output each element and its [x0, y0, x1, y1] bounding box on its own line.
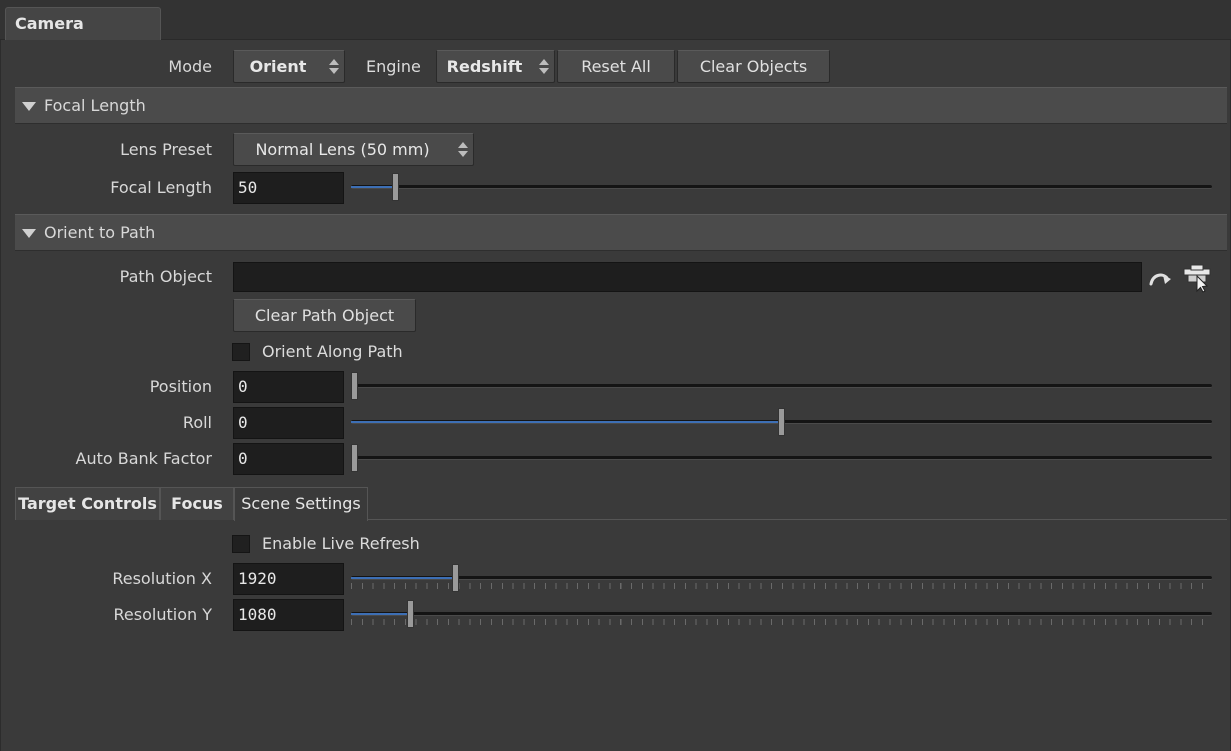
auto-bank-factor-field[interactable]: 0: [233, 443, 344, 475]
resolution-x-field[interactable]: 1920: [233, 563, 344, 595]
focal-length-field[interactable]: 50: [233, 172, 344, 204]
section-title: Orient to Path: [44, 223, 156, 242]
lens-preset-dropdown[interactable]: Normal Lens (50 mm): [233, 133, 474, 166]
slider-fill: [351, 421, 778, 423]
orient-to-path-section-header[interactable]: Orient to Path: [15, 214, 1227, 251]
tab-scene-settings[interactable]: Scene Settings: [234, 487, 368, 521]
collapse-triangle-icon: [22, 102, 36, 111]
slider-track: [351, 185, 1212, 189]
slider-fill: [351, 613, 407, 615]
mode-dropdown[interactable]: Orient: [233, 50, 345, 83]
engine-value: Redshift: [446, 57, 523, 76]
orient-along-path-label: Orient Along Path: [262, 342, 403, 361]
curved-arrow-icon[interactable]: [1148, 268, 1174, 288]
enable-live-refresh-checkbox[interactable]: [232, 535, 250, 553]
resolution-x-label: Resolution X: [112, 569, 212, 588]
slider-handle[interactable]: [778, 408, 785, 436]
orient-along-path-checkbox[interactable]: [232, 343, 250, 361]
slider-handle[interactable]: [392, 173, 399, 201]
position-field[interactable]: 0: [233, 371, 344, 403]
slider-track: [351, 456, 1212, 460]
focal-length-section-header[interactable]: Focal Length: [15, 87, 1227, 124]
position-label: Position: [149, 377, 212, 396]
updown-arrow-icon: [538, 58, 550, 76]
reset-all-button[interactable]: Reset All: [557, 50, 675, 83]
path-object-label: Path Object: [119, 267, 212, 286]
mode-label: Mode: [168, 57, 212, 76]
tab-focus[interactable]: Focus: [160, 487, 234, 520]
roll-field[interactable]: 0: [233, 407, 344, 439]
slider-ticks: [351, 583, 1212, 589]
focal-length-slider[interactable]: [351, 172, 1212, 202]
clear-objects-button[interactable]: Clear Objects: [677, 50, 830, 83]
enable-live-refresh-label: Enable Live Refresh: [262, 534, 420, 553]
slider-fill: [351, 186, 392, 188]
updown-arrow-icon: [328, 58, 340, 76]
roll-slider[interactable]: [351, 407, 1212, 437]
slider-track: [351, 612, 1212, 616]
updown-arrow-icon: [457, 141, 469, 159]
clear-path-object-button[interactable]: Clear Path Object: [233, 299, 416, 332]
slider-track: [351, 384, 1212, 388]
focal-length-label: Focal Length: [110, 178, 212, 197]
lens-preset-value: Normal Lens (50 mm): [255, 140, 430, 159]
slider-ticks: [351, 619, 1212, 625]
engine-dropdown[interactable]: Redshift: [436, 50, 555, 83]
section-title: Focal Length: [44, 96, 146, 115]
slider-handle[interactable]: [452, 564, 459, 592]
roll-label: Roll: [182, 413, 212, 432]
node-picker-icon[interactable]: [1182, 263, 1212, 293]
tab-strip: [0, 0, 1231, 40]
mode-value: Orient: [249, 57, 307, 76]
resolution-y-field[interactable]: 1080: [233, 599, 344, 631]
path-object-field[interactable]: [233, 262, 1142, 292]
slider-handle[interactable]: [351, 372, 358, 400]
auto-bank-factor-slider[interactable]: [351, 443, 1212, 473]
slider-handle[interactable]: [407, 600, 414, 628]
resolution-y-label: Resolution Y: [113, 605, 212, 624]
slider-fill: [351, 577, 452, 579]
engine-label: Engine: [366, 57, 421, 76]
auto-bank-factor-label: Auto Bank Factor: [75, 449, 212, 468]
resolution-y-slider[interactable]: [351, 599, 1212, 629]
lens-preset-label: Lens Preset: [120, 140, 212, 159]
slider-handle[interactable]: [351, 444, 358, 472]
slider-track: [351, 576, 1212, 580]
tab-camera-controls[interactable]: Camera Controls: [5, 7, 161, 64]
tab-target-controls[interactable]: Target Controls: [15, 487, 160, 520]
position-slider[interactable]: [351, 371, 1212, 401]
resolution-x-slider[interactable]: [351, 563, 1212, 593]
collapse-triangle-icon: [22, 229, 36, 238]
